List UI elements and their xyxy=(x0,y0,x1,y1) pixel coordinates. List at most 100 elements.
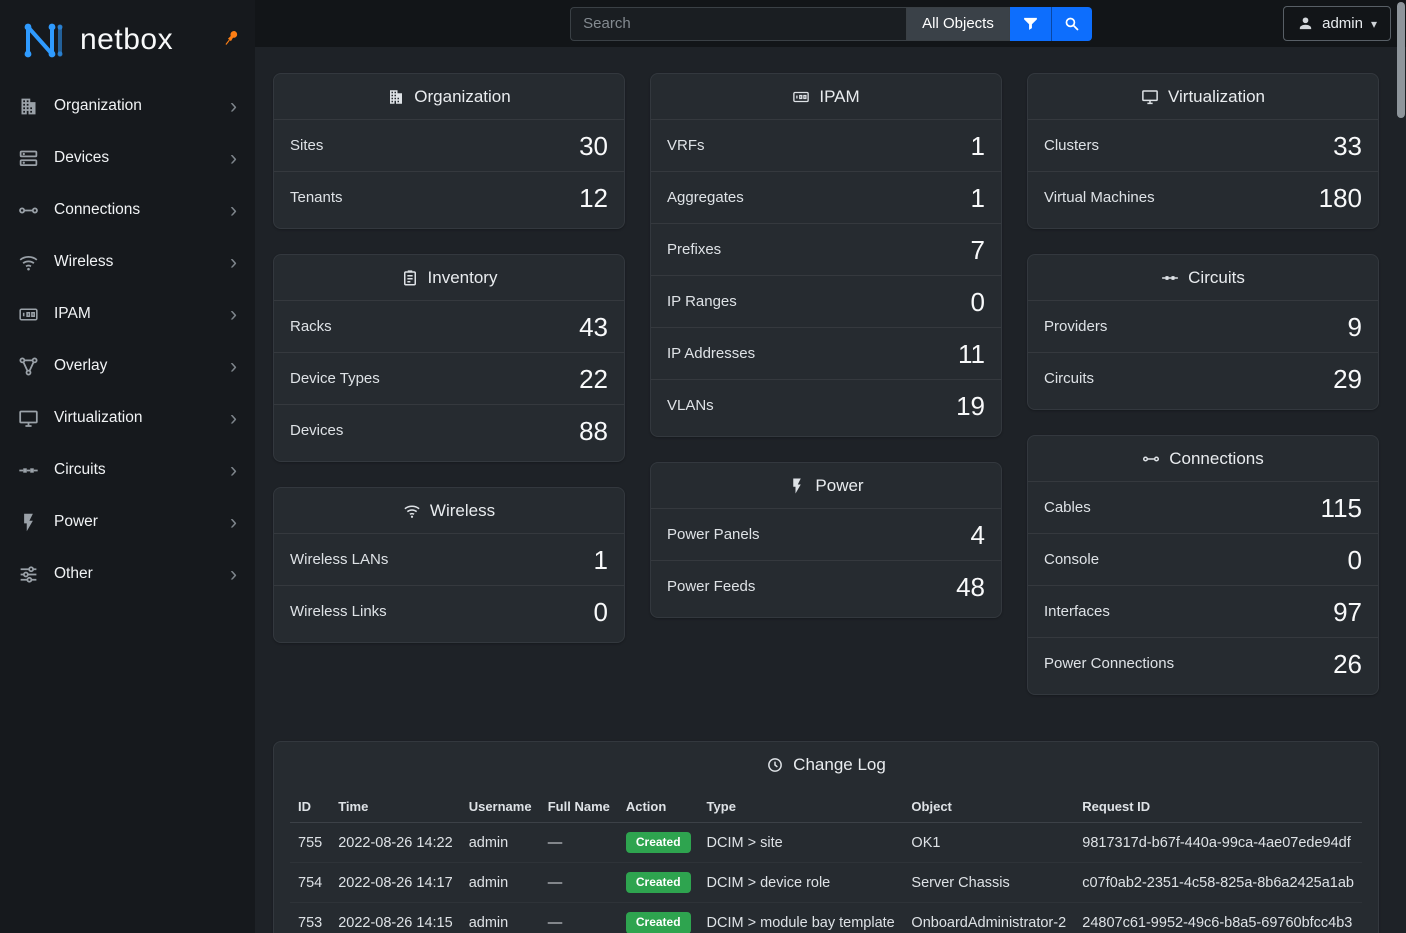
brand-name: netbox xyxy=(80,23,173,57)
stat-row-virtual-machines[interactable]: Virtual Machines 180 xyxy=(1028,171,1378,223)
search-input[interactable] xyxy=(570,7,906,41)
stat-value[interactable]: 0 xyxy=(594,599,608,625)
stat-value[interactable]: 30 xyxy=(579,133,608,159)
stat-value[interactable]: 1 xyxy=(594,547,608,573)
stat-row-wireless-links[interactable]: Wireless Links 0 xyxy=(274,585,624,637)
stat-value[interactable]: 43 xyxy=(579,314,608,340)
stat-label: Virtual Machines xyxy=(1044,189,1155,206)
stat-value[interactable]: 97 xyxy=(1333,599,1362,625)
card-title: Circuits xyxy=(1028,255,1378,300)
ipam-card: IPAM VRFs 1 Aggregates 1 Prefixes 7 xyxy=(650,73,1002,437)
search-button[interactable] xyxy=(1051,7,1092,41)
brand[interactable]: netbox xyxy=(0,0,255,80)
stat-label: Circuits xyxy=(1044,370,1094,387)
changelog-object-link[interactable]: Server Chassis xyxy=(903,863,1074,903)
stat-row-ip-addresses[interactable]: IP Addresses 11 xyxy=(651,327,1001,379)
sidebar-item-wireless[interactable]: Wireless › xyxy=(0,236,255,288)
changelog-request-id-link[interactable]: 9817317d-b67f-440a-99ca-4ae07ede94df xyxy=(1074,823,1362,863)
sidebar-item-overlay[interactable]: Overlay › xyxy=(0,340,255,392)
stat-row-interfaces[interactable]: Interfaces 97 xyxy=(1028,585,1378,637)
stat-row-power-panels[interactable]: Power Panels 4 xyxy=(651,508,1001,560)
page-scrollbar[interactable] xyxy=(1397,2,1405,118)
stat-row-providers[interactable]: Providers 9 xyxy=(1028,300,1378,352)
sidebar-item-circuits[interactable]: Circuits › xyxy=(0,444,255,496)
sidebar-item-connections[interactable]: Connections › xyxy=(0,184,255,236)
stat-value[interactable]: 1 xyxy=(971,185,985,211)
stat-value[interactable]: 180 xyxy=(1319,185,1362,211)
stat-row-devices[interactable]: Devices 88 xyxy=(274,404,624,456)
stat-value[interactable]: 7 xyxy=(971,237,985,263)
stat-value[interactable]: 11 xyxy=(958,341,985,367)
changelog-id-link[interactable]: 753 xyxy=(290,903,330,933)
pin-icon[interactable] xyxy=(221,28,241,48)
filter-icon xyxy=(1022,15,1039,32)
stat-value[interactable]: 22 xyxy=(579,366,608,392)
user-menu[interactable]: admin ▾ xyxy=(1283,6,1391,41)
sidebar-item-organization[interactable]: Organization › xyxy=(0,80,255,132)
stat-value[interactable]: 9 xyxy=(1348,314,1362,340)
table-header-row: ID Time Username Full Name Action Type O… xyxy=(290,791,1362,823)
stat-row-tenants[interactable]: Tenants 12 xyxy=(274,171,624,223)
inventory-card: Inventory Racks 43 Device Types 22 Devic… xyxy=(273,254,625,462)
stat-row-ip-ranges[interactable]: IP Ranges 0 xyxy=(651,275,1001,327)
changelog-title: Change Log xyxy=(274,742,1378,787)
stat-value[interactable]: 115 xyxy=(1321,495,1362,521)
chevron-right-icon: › xyxy=(230,564,241,585)
sidebar-item-label: Connections xyxy=(54,201,215,219)
stat-value[interactable]: 0 xyxy=(971,289,985,315)
changelog-object-link[interactable]: OK1 xyxy=(903,823,1074,863)
stat-value[interactable]: 1 xyxy=(971,133,985,159)
changelog-time-link[interactable]: 2022-08-26 14:17 xyxy=(330,863,461,903)
stat-row-racks[interactable]: Racks 43 xyxy=(274,300,624,352)
stat-label: Providers xyxy=(1044,318,1107,335)
card-title-text: Circuits xyxy=(1188,268,1245,288)
changelog-id-link[interactable]: 755 xyxy=(290,823,330,863)
chevron-right-icon: › xyxy=(230,356,241,377)
stat-row-cables[interactable]: Cables 115 xyxy=(1028,481,1378,533)
changelog-time-link[interactable]: 2022-08-26 14:22 xyxy=(330,823,461,863)
stat-row-sites[interactable]: Sites 30 xyxy=(274,119,624,171)
sidebar-item-devices[interactable]: Devices › xyxy=(0,132,255,184)
changelog-request-id-link[interactable]: c07f0ab2-2351-4c58-825a-8b6a2425a1ab xyxy=(1074,863,1362,903)
sidebar-item-label: Wireless xyxy=(54,253,215,271)
stat-row-console[interactable]: Console 0 xyxy=(1028,533,1378,585)
changelog-username: admin xyxy=(461,863,540,903)
stat-row-aggregates[interactable]: Aggregates 1 xyxy=(651,171,1001,223)
sidebar-item-virtualization[interactable]: Virtualization › xyxy=(0,392,255,444)
chevron-right-icon: › xyxy=(230,460,241,481)
stat-value[interactable]: 48 xyxy=(956,574,985,600)
stat-row-power-feeds[interactable]: Power Feeds 48 xyxy=(651,560,1001,612)
object-type-select[interactable]: All Objects xyxy=(906,7,1010,41)
stat-value[interactable]: 19 xyxy=(956,393,985,419)
stat-row-vrfs[interactable]: VRFs 1 xyxy=(651,119,1001,171)
server-icon xyxy=(18,148,39,169)
stat-row-vlans[interactable]: VLANs 19 xyxy=(651,379,1001,431)
sidebar-item-ipam[interactable]: IPAM › xyxy=(0,288,255,340)
changelog-id-link[interactable]: 754 xyxy=(290,863,330,903)
sidebar-item-other[interactable]: Other › xyxy=(0,548,255,600)
stats-column-2: IPAM VRFs 1 Aggregates 1 Prefixes 7 xyxy=(650,73,1002,695)
filter-button[interactable] xyxy=(1010,7,1051,41)
stat-row-clusters[interactable]: Clusters 33 xyxy=(1028,119,1378,171)
stat-row-prefixes[interactable]: Prefixes 7 xyxy=(651,223,1001,275)
stat-value[interactable]: 26 xyxy=(1333,651,1362,677)
sidebar: netbox Organization › Devices › xyxy=(0,0,255,933)
stat-value[interactable]: 33 xyxy=(1333,133,1362,159)
changelog-request-id-link[interactable]: 24807c61-9952-49c6-b8a5-69760bfcc4b3 xyxy=(1074,903,1362,933)
stat-row-circuits[interactable]: Circuits 29 xyxy=(1028,352,1378,404)
sidebar-item-label: Circuits xyxy=(54,461,215,479)
stat-value[interactable]: 29 xyxy=(1333,366,1362,392)
changelog-time-link[interactable]: 2022-08-26 14:15 xyxy=(330,903,461,933)
stat-value[interactable]: 88 xyxy=(579,418,608,444)
counter-icon xyxy=(18,304,39,325)
stat-row-wireless-lans[interactable]: Wireless LANs 1 xyxy=(274,533,624,585)
sidebar-item-power[interactable]: Power › xyxy=(0,496,255,548)
chevron-right-icon: › xyxy=(230,148,241,169)
stat-value[interactable]: 4 xyxy=(971,522,985,548)
organization-card: Organization Sites 30 Tenants 12 xyxy=(273,73,625,229)
stat-value[interactable]: 0 xyxy=(1348,547,1362,573)
stat-row-device-types[interactable]: Device Types 22 xyxy=(274,352,624,404)
stat-row-power-connections[interactable]: Power Connections 26 xyxy=(1028,637,1378,689)
connections-card: Connections Cables 115 Console 0 Interfa… xyxy=(1027,435,1379,695)
stat-value[interactable]: 12 xyxy=(579,185,608,211)
